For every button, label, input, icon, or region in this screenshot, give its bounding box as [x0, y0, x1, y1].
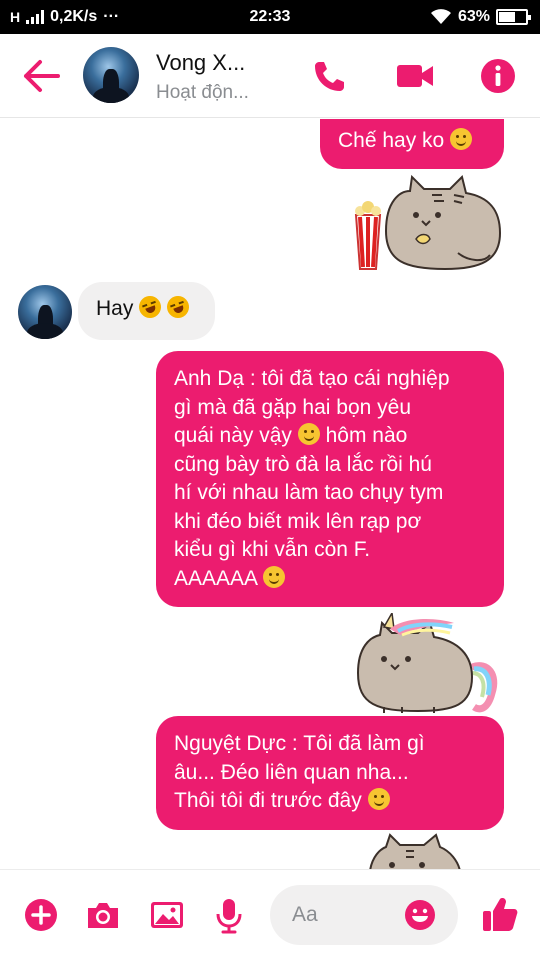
message-line: hí với nhau làm tao chụy tym: [174, 481, 444, 504]
battery-icon: [496, 9, 531, 25]
status-right: 63%: [430, 8, 531, 26]
info-icon[interactable]: [478, 56, 518, 96]
camera-icon[interactable]: [84, 896, 122, 934]
message-bubble-outgoing[interactable]: Anh Dạ : tôi đã tạo cái nghiệp gì mà đã …: [156, 351, 504, 607]
message-line: gì mà đã gặp hai bọn yêu: [174, 395, 412, 419]
smile-emoji-icon: [262, 565, 285, 588]
message-composer: [0, 869, 540, 960]
laughing-emoji-icon: [163, 292, 193, 322]
message-line: quái này vậy: [174, 424, 292, 447]
message-line: âu... Đéo liên quan nha...: [174, 760, 409, 784]
back-arrow-icon[interactable]: [22, 58, 62, 94]
smile-emoji-icon: [367, 788, 390, 810]
smile-emoji-icon: [450, 128, 473, 150]
message-line: Nguyệt Dực : Tôi đã làm gì: [174, 732, 425, 755]
contact-status: Hoạt độn...: [156, 82, 249, 103]
message-input[interactable]: [292, 885, 402, 945]
message-line: hôm nào: [325, 424, 408, 447]
message-bubble-incoming[interactable]: Hay: [78, 282, 215, 340]
contact-name[interactable]: Vong X...: [156, 50, 245, 76]
message-line: AAAAAA: [174, 566, 257, 590]
message-line: Thôi tôi đi trước đây: [174, 789, 362, 812]
laughing-emoji-icon: [136, 292, 165, 322]
plus-icon[interactable]: [22, 896, 60, 934]
message-bubble-outgoing[interactable]: Chế hay ko: [320, 119, 504, 169]
message-text: Chế hay ko: [338, 129, 445, 152]
smile-emoji-icon: [297, 423, 320, 445]
pusheen-partial-sticker[interactable]: [366, 831, 462, 869]
phone-icon[interactable]: [310, 56, 350, 96]
message-line: kiểu gì khi vẫn còn F.: [174, 538, 371, 561]
status-bar: H 0,2K/s ··· 22:33 63%: [0, 0, 540, 34]
contact-avatar[interactable]: [83, 47, 139, 103]
battery-percent: 63%: [457, 8, 490, 25]
microphone-icon[interactable]: [210, 896, 248, 934]
message-line: Anh Dạ : tôi đã tạo cái nghiệp: [174, 367, 450, 390]
image-icon[interactable]: [148, 896, 186, 934]
message-input-container[interactable]: [270, 885, 458, 945]
message-line: khi đéo biết mik lên rạp pơ: [174, 509, 422, 533]
video-camera-icon[interactable]: [395, 56, 435, 96]
sender-avatar[interactable]: [18, 285, 72, 339]
pusheen-unicorn-sticker[interactable]: [354, 613, 502, 715]
thumbs-up-icon[interactable]: [480, 894, 520, 934]
pusheen-popcorn-sticker[interactable]: [350, 171, 506, 271]
wifi-icon: [430, 9, 451, 24]
message-bubble-outgoing[interactable]: Nguyệt Dực : Tôi đã làm gì âu... Đéo liê…: [156, 716, 504, 830]
conversation-header: Vong X... Hoạt độn...: [0, 34, 540, 118]
message-line: cũng bày trò đà la lắc rồi hú: [174, 452, 432, 476]
emoji-icon[interactable]: [404, 899, 436, 931]
message-list[interactable]: Chế hay ko Hay Anh Dạ : tôi đã tạo cái n…: [0, 119, 540, 869]
message-text: Hay: [96, 297, 134, 320]
